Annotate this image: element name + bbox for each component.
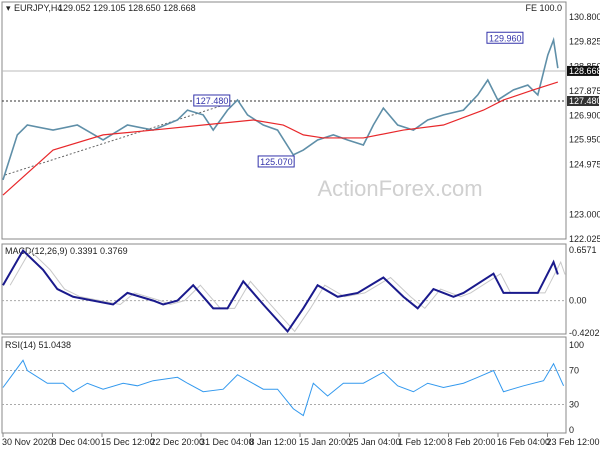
- x-tick-label: 23 Feb 12:00: [547, 437, 600, 447]
- y-tick-label: 129.825: [569, 37, 600, 47]
- y-tick-label: 0: [569, 425, 574, 435]
- x-tick-label: 8 Jan 12:00: [250, 437, 297, 447]
- x-tick-label: 8 Dec 04:00: [52, 437, 101, 447]
- symbol-label: EURJPY,H4: [14, 3, 62, 13]
- y-tick-label: 100: [569, 340, 584, 350]
- y-tick-label: 127.875: [569, 86, 600, 96]
- x-tick-label: 25 Jan 04:00: [349, 437, 401, 447]
- x-tick-label: 16 Feb 04:00: [497, 437, 550, 447]
- x-tick-label: 30 Nov 2020: [2, 437, 53, 447]
- y-tick-label: 30: [569, 400, 579, 410]
- chart-canvas: ActionForex.com ▾ EURJPY,H4 129.052 129.…: [1, 1, 600, 447]
- y-tick-label: 122.025: [569, 234, 600, 244]
- level-label: 127.480: [569, 96, 600, 106]
- y-tick-label: 125.950: [569, 135, 600, 145]
- main-panel: [1, 1, 567, 240]
- dropdown-icon[interactable]: ▾: [6, 3, 11, 13]
- annotation-label: 129.960: [489, 33, 522, 43]
- rsi-panel: [1, 336, 567, 434]
- x-tick-label: 8 Feb 20:00: [448, 437, 496, 447]
- y-tick-label: 126.900: [569, 111, 600, 121]
- y-tick-label: 70: [569, 366, 579, 376]
- x-tick-label: 15 Jan 20:00: [299, 437, 351, 447]
- ohlc-label: 129.052 129.105 128.650 128.668: [58, 3, 196, 13]
- trend-line: [4, 102, 231, 176]
- y-tick-label: -0.4202: [569, 328, 600, 338]
- x-tick-label: 1 Feb 12:00: [398, 437, 446, 447]
- rsi-title: RSI(14) 51.0438: [5, 340, 71, 350]
- series-rsi: [2, 359, 565, 417]
- annotation-label: 125.070: [260, 157, 293, 167]
- current-price-label: 128.668: [569, 66, 600, 76]
- y-tick-label: 130.800: [569, 12, 600, 22]
- annotation-label: 127.480: [196, 96, 229, 106]
- fe-label: FE 100.0: [525, 3, 562, 13]
- series-macd: [2, 248, 559, 334]
- x-tick-label: 22 Dec 20:00: [151, 437, 205, 447]
- y-tick-label: 0.00: [569, 296, 587, 306]
- x-tick-label: 15 Dec 12:00: [101, 437, 155, 447]
- x-tick-label: 31 Dec 04:00: [200, 437, 254, 447]
- y-tick-label: 123.000: [569, 209, 600, 219]
- watermark: ActionForex.com: [317, 176, 482, 201]
- macd-panel: [1, 243, 567, 335]
- series-signal: [9, 249, 566, 333]
- y-tick-label: 0.6571: [569, 245, 597, 255]
- y-tick-label: 124.975: [569, 159, 600, 169]
